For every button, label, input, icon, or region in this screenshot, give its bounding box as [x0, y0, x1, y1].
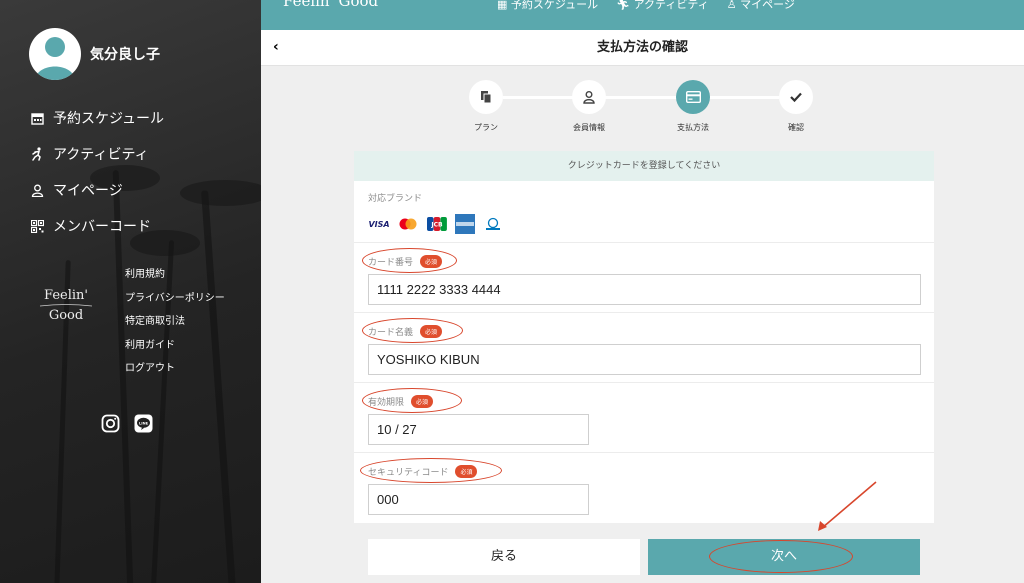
sidebar-item-label: アクティビティ: [53, 147, 149, 163]
running-icon: 🏃︎: [616, 0, 634, 11]
back-button[interactable]: 戻る: [368, 539, 640, 575]
visa-icon: VISA: [368, 219, 390, 229]
diners-club-icon: [482, 217, 504, 231]
user-avatar-icon: [35, 37, 75, 80]
sidebar-nav: 予約スケジュール アクティビティ マイページ メンバーコード: [29, 100, 164, 244]
annotation-arrow-icon: [818, 481, 877, 531]
brand-logo: Feelin' Good: [38, 288, 94, 324]
back-chevron-icon[interactable]: ‹: [273, 39, 279, 55]
step-label: 確認: [788, 123, 804, 132]
sidebar-item-label: メンバーコード: [53, 219, 151, 235]
sidebar-item-member-code[interactable]: メンバーコード: [29, 208, 164, 244]
annotation-circle: [362, 388, 462, 413]
expiry-input[interactable]: 10 / 27: [368, 414, 589, 445]
qr-code-icon: [29, 218, 45, 234]
card-number-input[interactable]: 1111 2222 3333 4444: [368, 274, 921, 305]
card-number-field-group: カード番号 必須 1111 2222 3333 4444: [354, 243, 934, 313]
calendar-icon: ▦: [497, 0, 511, 11]
main-content: ‹ 支払方法の確認 プラン 会員情報 支払方法 確認 クレジットカードを登録して…: [261, 30, 1024, 583]
person-icon: ♙: [726, 0, 741, 11]
link-terms[interactable]: 利用規約: [125, 266, 225, 290]
running-icon: [29, 146, 45, 162]
card-holder-input[interactable]: YOSHIKO KIBUN: [368, 344, 921, 375]
step-member-info: 会員情報: [554, 80, 624, 133]
top-logo[interactable]: Feelin' Good: [283, 0, 378, 10]
line-icon[interactable]: LINE: [134, 414, 153, 433]
credit-card-form: クレジットカードを登録してください 対応ブランド VISA JCB カード番号 …: [354, 151, 934, 523]
mastercard-icon: [397, 217, 419, 231]
page-title: 支払方法の確認: [596, 40, 688, 55]
link-privacy-policy[interactable]: プライバシーポリシー: [125, 290, 225, 314]
brand-logos: VISA JCB: [368, 214, 504, 234]
top-nav: ▦ 予約スケジュール 🏃︎ アクティビティ ♙ マイページ: [497, 0, 795, 12]
sidebar: 気分良し子 予約スケジュール アクティビティ マイページ メンバーコード Fee…: [0, 0, 261, 583]
sidebar-item-activity[interactable]: アクティビティ: [29, 136, 164, 172]
expiry-field-group: 有効期限 必須 10 / 27: [354, 383, 934, 453]
link-guide[interactable]: 利用ガイド: [125, 337, 225, 361]
step-payment: 支払方法: [658, 80, 728, 133]
annotation-circle: [362, 248, 457, 273]
step-label: 支払方法: [677, 123, 709, 132]
top-bar: Feelin' Good ▦ 予約スケジュール 🏃︎ アクティビティ ♙ マイペ…: [261, 0, 1024, 30]
step-confirm: 確認: [761, 80, 831, 133]
document-icon: [469, 80, 503, 114]
check-icon: [779, 80, 813, 114]
brands-title: 対応ブランド: [368, 194, 423, 204]
instagram-icon[interactable]: [101, 414, 120, 433]
svg-text:JCB: JCB: [430, 222, 443, 229]
top-nav-activity[interactable]: 🏃︎ アクティビティ: [616, 0, 709, 12]
sidebar-item-label: マイページ: [53, 183, 123, 199]
person-icon: [572, 80, 606, 114]
page-header: ‹ 支払方法の確認: [261, 30, 1024, 66]
progress-steps: プラン 会員情報 支払方法 確認: [451, 80, 831, 140]
form-banner: クレジットカードを登録してください: [354, 151, 934, 181]
amex-icon: [455, 214, 475, 234]
step-label: 会員情報: [573, 123, 605, 132]
avatar: [29, 28, 81, 80]
step-plan: プラン: [451, 80, 521, 133]
user-name: 気分良し子: [90, 47, 160, 63]
annotation-circle: [709, 540, 853, 573]
supported-brands: 対応ブランド VISA JCB: [354, 181, 934, 243]
security-code-input[interactable]: 000: [368, 484, 589, 515]
credit-card-icon: [676, 80, 710, 114]
palm-tree-silhouette: [201, 190, 236, 583]
step-label: プラン: [474, 123, 498, 132]
user-profile[interactable]: 気分良し子: [29, 28, 160, 80]
top-nav-schedule[interactable]: ▦ 予約スケジュール: [497, 0, 598, 12]
annotation-circle: [360, 458, 502, 483]
jcb-icon: JCB: [426, 217, 448, 231]
link-logout[interactable]: ログアウト: [125, 360, 225, 384]
link-commercial-law[interactable]: 特定商取引法: [125, 313, 225, 337]
person-icon: [29, 182, 45, 198]
card-holder-field-group: カード名義 必須 YOSHIKO KIBUN: [354, 313, 934, 383]
social-links: LINE: [101, 414, 153, 433]
top-nav-mypage[interactable]: ♙ マイページ: [727, 0, 795, 12]
steps-connector-line: [503, 96, 779, 99]
sidebar-item-label: 予約スケジュール: [53, 111, 165, 127]
footer-links: 利用規約 プライバシーポリシー 特定商取引法 利用ガイド ログアウト: [125, 266, 225, 384]
calendar-icon: [29, 110, 45, 126]
svg-text:LINE: LINE: [139, 421, 149, 425]
annotation-circle: [362, 318, 463, 343]
sidebar-item-schedule[interactable]: 予約スケジュール: [29, 100, 164, 136]
sidebar-item-mypage[interactable]: マイページ: [29, 172, 164, 208]
